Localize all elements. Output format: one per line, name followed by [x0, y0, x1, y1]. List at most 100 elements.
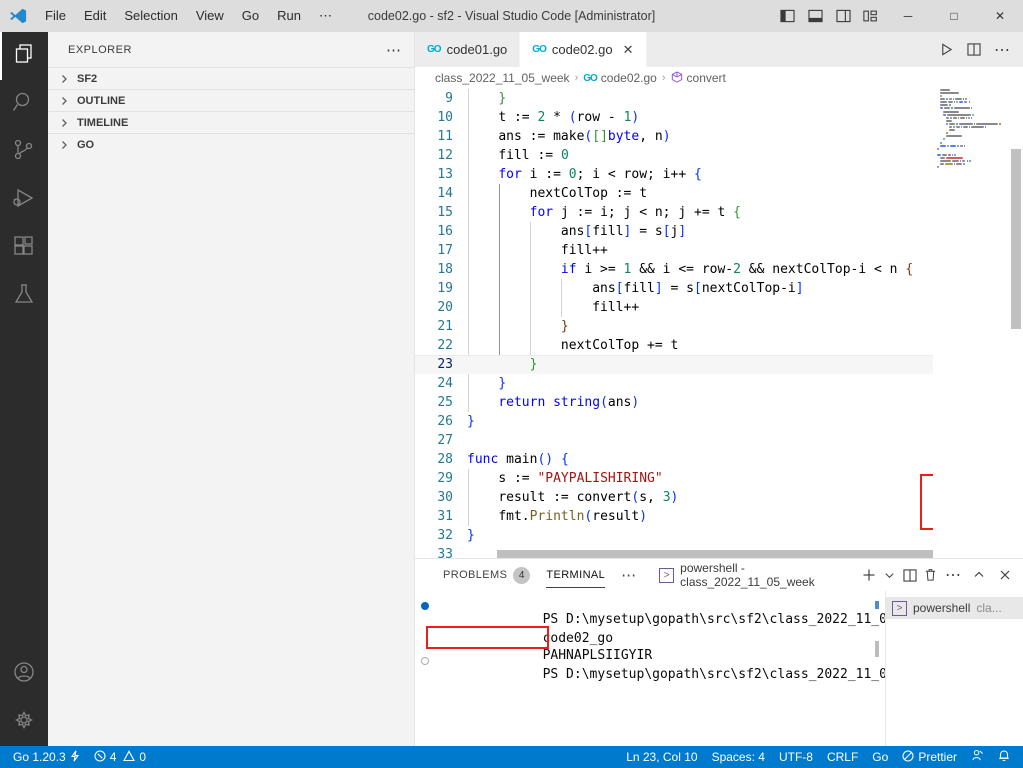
minimap-line: [946, 98, 948, 101]
menu-go[interactable]: Go: [233, 4, 268, 28]
code-line[interactable]: 23 }: [415, 355, 933, 374]
code-line[interactable]: 26}: [415, 412, 933, 431]
code-line[interactable]: 18 if i >= 1 && i <= row-2 && nextColTop…: [415, 260, 933, 279]
toggle-primary-sidebar-icon[interactable]: [773, 1, 801, 31]
close-panel-icon[interactable]: [993, 562, 1017, 588]
minimap-line: [960, 116, 965, 119]
toggle-secondary-sidebar-icon[interactable]: [829, 1, 857, 31]
split-terminal-icon[interactable]: [900, 562, 921, 588]
status-indentation[interactable]: Spaces: 4: [705, 746, 772, 768]
vscode-logo-icon: [0, 7, 36, 25]
split-editor-icon[interactable]: [961, 36, 987, 64]
menu-file[interactable]: File: [36, 4, 75, 28]
status-notifications[interactable]: [991, 746, 1017, 768]
status-prettier[interactable]: Prettier: [895, 746, 964, 768]
code-line[interactable]: 30 result := convert(s, 3): [415, 488, 933, 507]
tab-code02-go[interactable]: GO code02.go ✕: [520, 32, 647, 67]
active-terminal-label[interactable]: > powershell - class_2022_11_05_week: [659, 561, 858, 589]
panel-header: PROBLEMS 4 TERMINAL ⋯ > powershell - cla…: [415, 559, 1023, 591]
code-line[interactable]: 17 fill++: [415, 241, 933, 260]
close-button[interactable]: ✕: [977, 0, 1023, 32]
sidebar-section-outline[interactable]: OUTLINE: [48, 89, 414, 111]
code-line[interactable]: 32}: [415, 526, 933, 545]
status-problems[interactable]: 4 0: [87, 746, 153, 768]
minimap-line: [948, 98, 952, 101]
code-line[interactable]: 14 nextColTop := t: [415, 184, 933, 203]
activity-item-run-debug[interactable]: [0, 176, 48, 224]
status-remote[interactable]: [964, 746, 991, 768]
breadcrumb-label: convert: [686, 71, 726, 85]
scrollbar-thumb[interactable]: [1011, 149, 1021, 329]
activity-item-source-control[interactable]: [0, 128, 48, 176]
run-code-icon[interactable]: [933, 36, 959, 64]
menu-run[interactable]: Run: [268, 4, 310, 28]
status-eol[interactable]: CRLF: [820, 746, 865, 768]
new-terminal-icon[interactable]: [858, 562, 879, 588]
activity-item-search[interactable]: [0, 80, 48, 128]
minimize-button[interactable]: ─: [885, 0, 931, 32]
panel-more-icon[interactable]: ⋯: [941, 562, 965, 588]
terminal-dropdown-icon[interactable]: [879, 562, 900, 588]
menu-selection[interactable]: Selection: [115, 4, 186, 28]
kill-terminal-icon[interactable]: [920, 562, 941, 588]
code-line[interactable]: 12 fill := 0: [415, 146, 933, 165]
customize-layout-icon[interactable]: [857, 1, 885, 31]
maximize-button[interactable]: □: [931, 0, 977, 32]
code-line[interactable]: 10 t := 2 * (row - 1): [415, 108, 933, 127]
code-line[interactable]: 28 func main() {: [415, 450, 933, 469]
status-go-version[interactable]: Go 1.20.3: [6, 746, 87, 768]
editor-more-icon[interactable]: ⋯: [989, 36, 1015, 64]
sidebar-section-sf2[interactable]: SF2: [48, 67, 414, 89]
activity-item-testing[interactable]: [0, 272, 48, 320]
tab-close-icon[interactable]: ✕: [623, 42, 634, 58]
terminal-scrollbar[interactable]: [875, 595, 879, 742]
code-scroll-area[interactable]: 9 } 10 t := 2 * (row - 1) 11 ans := make([…: [415, 89, 933, 558]
sidebar-section-timeline[interactable]: TIMELINE: [48, 111, 414, 133]
terminal-list-item[interactable]: > powershell cla...: [886, 597, 1023, 619]
code-line[interactable]: 11 ans := make([]byte, n): [415, 127, 933, 146]
activity-item-accounts[interactable]: [0, 650, 48, 698]
menu-overflow[interactable]: ⋯: [310, 4, 341, 28]
panel-tab-terminal[interactable]: TERMINAL: [538, 559, 613, 591]
menu-edit[interactable]: Edit: [75, 4, 115, 28]
code-line[interactable]: 21 }: [415, 317, 933, 336]
code-line[interactable]: 16 ans[fill] = s[j]: [415, 222, 933, 241]
code-line[interactable]: 13 for i := 0; i < row; i++ {: [415, 165, 933, 184]
code-line[interactable]: 27: [415, 431, 933, 450]
toggle-panel-icon[interactable]: [801, 1, 829, 31]
status-encoding[interactable]: UTF-8: [772, 746, 820, 768]
breadcrumb-symbol[interactable]: convert: [671, 70, 726, 86]
tab-code01-go[interactable]: GO code01.go: [415, 32, 521, 67]
code-line[interactable]: 31 fmt.Println(result): [415, 507, 933, 526]
code-line[interactable]: 15 for j := i; j < n; j += t {: [415, 203, 933, 222]
scrollbar-thumb[interactable]: [497, 550, 933, 558]
editor-horizontal-scrollbar[interactable]: [467, 550, 933, 558]
editor-vertical-scrollbar[interactable]: [1009, 89, 1023, 558]
sidebar-more-icon[interactable]: ⋯: [386, 41, 402, 59]
activity-item-extensions[interactable]: [0, 224, 48, 272]
terminal-output[interactable]: PS D:\mysetup\gopath\src\sf2\class_2022_…: [415, 591, 885, 746]
code-line[interactable]: 22 nextColTop += t: [415, 336, 933, 355]
menu-view[interactable]: View: [187, 4, 233, 28]
activity-item-explorer[interactable]: [0, 32, 48, 80]
panel-tabs-more-icon[interactable]: ⋯: [613, 566, 645, 584]
code-line[interactable]: 25 return string(ans): [415, 393, 933, 412]
breadcrumb-folder[interactable]: class_2022_11_05_week: [435, 71, 570, 85]
code-line[interactable]: 29 s := "PAYPALISHIRING": [415, 469, 933, 488]
breadcrumb-file[interactable]: GO code02.go: [583, 71, 657, 85]
minimap[interactable]: [933, 89, 1009, 558]
code-line[interactable]: 19 ans[fill] = s[nextColTop-i]: [415, 279, 933, 298]
activity-item-settings[interactable]: [0, 698, 48, 746]
terminal-list-sublabel: cla...: [976, 601, 1002, 615]
line-number: 19: [437, 281, 453, 296]
code-line[interactable]: 9 }: [415, 89, 933, 108]
status-language-mode[interactable]: Go: [865, 746, 895, 768]
maximize-panel-icon[interactable]: [967, 562, 991, 588]
panel-tab-problems[interactable]: PROBLEMS 4: [435, 559, 538, 591]
code-editor[interactable]: 9 } 10 t := 2 * (row - 1) 11 ans := make([…: [415, 89, 1023, 558]
sidebar-section-go[interactable]: GO: [48, 133, 414, 155]
status-cursor-position[interactable]: Ln 23, Col 10: [619, 746, 704, 768]
code-line[interactable]: 24 }: [415, 374, 933, 393]
code-line[interactable]: 20 fill++: [415, 298, 933, 317]
status-bar: Go 1.20.3 4 0 Ln 23, Col 10 Spaces: 4 UT…: [0, 746, 1023, 768]
